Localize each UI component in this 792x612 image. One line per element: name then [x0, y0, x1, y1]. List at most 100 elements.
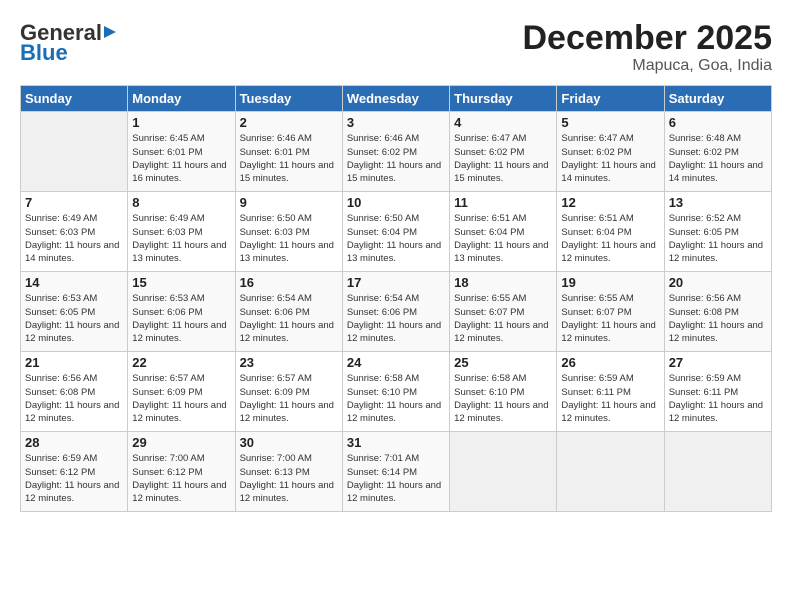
- day-info: Sunrise: 6:52 AMSunset: 6:05 PMDaylight:…: [669, 212, 767, 265]
- calendar-cell: 6 Sunrise: 6:48 AMSunset: 6:02 PMDaylight…: [664, 112, 771, 192]
- calendar-cell: 12 Sunrise: 6:51 AMSunset: 6:04 PMDayligh…: [557, 192, 664, 272]
- calendar-cell: 20 Sunrise: 6:56 AMSunset: 6:08 PMDayligh…: [664, 272, 771, 352]
- day-info: Sunrise: 6:59 AMSunset: 6:11 PMDaylight:…: [669, 372, 767, 425]
- calendar-cell: 23 Sunrise: 6:57 AMSunset: 6:09 PMDayligh…: [235, 352, 342, 432]
- day-number: 29: [132, 435, 230, 450]
- calendar-cell: [450, 432, 557, 512]
- calendar-cell: 24 Sunrise: 6:58 AMSunset: 6:10 PMDayligh…: [342, 352, 449, 432]
- day-number: 15: [132, 275, 230, 290]
- calendar-cell: 29 Sunrise: 7:00 AMSunset: 6:12 PMDayligh…: [128, 432, 235, 512]
- calendar-week-5: 28 Sunrise: 6:59 AMSunset: 6:12 PMDayligh…: [21, 432, 772, 512]
- day-info: Sunrise: 7:01 AMSunset: 6:14 PMDaylight:…: [347, 452, 445, 505]
- day-number: 26: [561, 355, 659, 370]
- day-number: 9: [240, 195, 338, 210]
- calendar-week-4: 21Sunrise: 6:56 AMSunset: 6:08 PMDayligh…: [21, 352, 772, 432]
- calendar-cell: 2Sunrise: 6:46 AMSunset: 6:01 PMDaylight…: [235, 112, 342, 192]
- day-info: Sunrise: 6:55 AMSunset: 6:07 PMDaylight:…: [561, 292, 659, 345]
- day-info: Sunrise: 6:51 AMSunset: 6:04 PMDaylight:…: [561, 212, 659, 265]
- header-row: Sunday Monday Tuesday Wednesday Thursday…: [21, 86, 772, 112]
- day-info: Sunrise: 6:59 AMSunset: 6:11 PMDaylight:…: [561, 372, 659, 425]
- logo-blue: Blue: [20, 40, 68, 66]
- day-info: Sunrise: 6:58 AMSunset: 6:10 PMDaylight:…: [347, 372, 445, 425]
- calendar-cell: 8 Sunrise: 6:49 AMSunset: 6:03 PMDaylight…: [128, 192, 235, 272]
- day-info: Sunrise: 6:47 AMSunset: 6:02 PMDaylight:…: [454, 132, 552, 185]
- day-number: 16: [240, 275, 338, 290]
- col-thursday: Thursday: [450, 86, 557, 112]
- day-number: 11: [454, 195, 552, 210]
- day-number: 7: [25, 195, 123, 210]
- day-info: Sunrise: 6:47 AMSunset: 6:02 PMDaylight:…: [561, 132, 659, 185]
- calendar-cell: 9Sunrise: 6:50 AMSunset: 6:03 PMDaylight…: [235, 192, 342, 272]
- calendar-cell: 19 Sunrise: 6:55 AMSunset: 6:07 PMDayligh…: [557, 272, 664, 352]
- day-info: Sunrise: 7:00 AMSunset: 6:12 PMDaylight:…: [132, 452, 230, 505]
- col-monday: Monday: [128, 86, 235, 112]
- calendar-cell: 13 Sunrise: 6:52 AMSunset: 6:05 PMDayligh…: [664, 192, 771, 272]
- day-number: 22: [132, 355, 230, 370]
- day-info: Sunrise: 6:50 AMSunset: 6:04 PMDaylight:…: [347, 212, 445, 265]
- day-number: 3: [347, 115, 445, 130]
- calendar-cell: 3 Sunrise: 6:46 AMSunset: 6:02 PMDaylight…: [342, 112, 449, 192]
- day-info: Sunrise: 6:56 AMSunset: 6:08 PMDaylight:…: [669, 292, 767, 345]
- calendar-cell: 27Sunrise: 6:59 AMSunset: 6:11 PMDayligh…: [664, 352, 771, 432]
- day-info: Sunrise: 6:58 AMSunset: 6:10 PMDaylight:…: [454, 372, 552, 425]
- calendar-cell: 15 Sunrise: 6:53 AMSunset: 6:06 PMDayligh…: [128, 272, 235, 352]
- day-info: Sunrise: 6:51 AMSunset: 6:04 PMDaylight:…: [454, 212, 552, 265]
- month-title: December 2025: [522, 20, 772, 57]
- page-container: General Blue December 2025 Mapuca, Goa, …: [0, 0, 792, 612]
- calendar-cell: 18 Sunrise: 6:55 AMSunset: 6:07 PMDayligh…: [450, 272, 557, 352]
- day-info: Sunrise: 6:54 AMSunset: 6:06 PMDaylight:…: [347, 292, 445, 345]
- calendar-cell: 17Sunrise: 6:54 AMSunset: 6:06 PMDayligh…: [342, 272, 449, 352]
- calendar-cell: 22Sunrise: 6:57 AMSunset: 6:09 PMDayligh…: [128, 352, 235, 432]
- day-number: 12: [561, 195, 659, 210]
- title-block: December 2025 Mapuca, Goa, India: [522, 20, 772, 75]
- calendar-cell: 25 Sunrise: 6:58 AMSunset: 6:10 PMDayligh…: [450, 352, 557, 432]
- calendar-cell: [21, 112, 128, 192]
- calendar-cell: 4 Sunrise: 6:47 AMSunset: 6:02 PMDaylight…: [450, 112, 557, 192]
- day-info: Sunrise: 6:48 AMSunset: 6:02 PMDaylight:…: [669, 132, 767, 185]
- day-number: 19: [561, 275, 659, 290]
- day-number: 31: [347, 435, 445, 450]
- day-number: 23: [240, 355, 338, 370]
- col-friday: Friday: [557, 86, 664, 112]
- calendar-week-2: 7 Sunrise: 6:49 AMSunset: 6:03 PMDaylight…: [21, 192, 772, 272]
- col-tuesday: Tuesday: [235, 86, 342, 112]
- day-number: 4: [454, 115, 552, 130]
- col-saturday: Saturday: [664, 86, 771, 112]
- day-info: Sunrise: 6:49 AMSunset: 6:03 PMDaylight:…: [25, 212, 123, 265]
- day-number: 14: [25, 275, 123, 290]
- day-number: 1: [132, 115, 230, 130]
- day-number: 25: [454, 355, 552, 370]
- day-number: 24: [347, 355, 445, 370]
- page-header: General Blue December 2025 Mapuca, Goa, …: [20, 20, 772, 75]
- day-number: 13: [669, 195, 767, 210]
- calendar-cell: 21Sunrise: 6:56 AMSunset: 6:08 PMDayligh…: [21, 352, 128, 432]
- day-info: Sunrise: 7:00 AMSunset: 6:13 PMDaylight:…: [240, 452, 338, 505]
- day-info: Sunrise: 6:49 AMSunset: 6:03 PMDaylight:…: [132, 212, 230, 265]
- day-number: 8: [132, 195, 230, 210]
- day-info: Sunrise: 6:54 AMSunset: 6:06 PMDaylight:…: [240, 292, 338, 345]
- day-number: 20: [669, 275, 767, 290]
- calendar-cell: [557, 432, 664, 512]
- calendar-cell: 14Sunrise: 6:53 AMSunset: 6:05 PMDayligh…: [21, 272, 128, 352]
- day-number: 30: [240, 435, 338, 450]
- calendar-cell: [664, 432, 771, 512]
- day-number: 10: [347, 195, 445, 210]
- day-info: Sunrise: 6:57 AMSunset: 6:09 PMDaylight:…: [240, 372, 338, 425]
- day-number: 6: [669, 115, 767, 130]
- day-number: 28: [25, 435, 123, 450]
- day-info: Sunrise: 6:59 AMSunset: 6:12 PMDaylight:…: [25, 452, 123, 505]
- day-number: 5: [561, 115, 659, 130]
- day-info: Sunrise: 6:45 AMSunset: 6:01 PMDaylight:…: [132, 132, 230, 185]
- calendar-cell: 30 Sunrise: 7:00 AMSunset: 6:13 PMDayligh…: [235, 432, 342, 512]
- day-info: Sunrise: 6:55 AMSunset: 6:07 PMDaylight:…: [454, 292, 552, 345]
- calendar-cell: 7 Sunrise: 6:49 AMSunset: 6:03 PMDaylight…: [21, 192, 128, 272]
- day-number: 18: [454, 275, 552, 290]
- day-info: Sunrise: 6:46 AMSunset: 6:02 PMDaylight:…: [347, 132, 445, 185]
- calendar-cell: 28 Sunrise: 6:59 AMSunset: 6:12 PMDayligh…: [21, 432, 128, 512]
- day-info: Sunrise: 6:53 AMSunset: 6:06 PMDaylight:…: [132, 292, 230, 345]
- calendar-cell: 10 Sunrise: 6:50 AMSunset: 6:04 PMDayligh…: [342, 192, 449, 272]
- calendar-week-3: 14Sunrise: 6:53 AMSunset: 6:05 PMDayligh…: [21, 272, 772, 352]
- day-info: Sunrise: 6:56 AMSunset: 6:08 PMDaylight:…: [25, 372, 123, 425]
- calendar-cell: 31 Sunrise: 7:01 AMSunset: 6:14 PMDayligh…: [342, 432, 449, 512]
- calendar-cell: 5 Sunrise: 6:47 AMSunset: 6:02 PMDaylight…: [557, 112, 664, 192]
